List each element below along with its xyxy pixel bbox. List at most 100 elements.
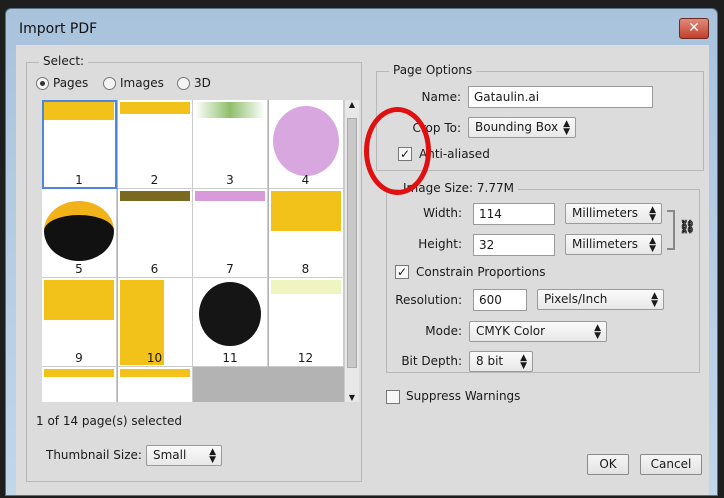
thumbnail-image bbox=[119, 102, 190, 114]
constrain-proportions-checkbox[interactable]: ✓ bbox=[395, 265, 409, 279]
bit-depth-value: 8 bit bbox=[476, 354, 504, 368]
page-thumbnail[interactable]: 2 bbox=[117, 100, 193, 189]
thumbnail-size-value: Small bbox=[153, 448, 187, 462]
page-thumbnail[interactable]: 10 bbox=[117, 278, 193, 367]
mode-label: Mode: bbox=[425, 324, 462, 338]
mode-select[interactable]: CMYK Color ▲ ▼ bbox=[469, 321, 607, 342]
page-number: 12 bbox=[297, 351, 314, 365]
thumbnail-image bbox=[44, 102, 114, 120]
thumbnail-image bbox=[270, 280, 341, 294]
import-pdf-dialog: Import PDF ✕ Select: Pages Images 3D 1 o… bbox=[5, 8, 718, 496]
thumbnail-image bbox=[270, 191, 341, 231]
chain-link-icon: ⛓ bbox=[679, 220, 696, 235]
ok-button[interactable]: OK bbox=[587, 454, 629, 475]
page-thumbnail[interactable]: 9 bbox=[42, 278, 117, 367]
page-thumbnail-grid[interactable]: 1 2 3 4 5 6 7 8 9 10 11 12 bbox=[42, 100, 344, 402]
page-number: 9 bbox=[75, 351, 83, 365]
link-bracket bbox=[667, 210, 675, 250]
page-thumbnail[interactable]: 7 bbox=[193, 189, 268, 278]
crop-to-value: Bounding Box bbox=[475, 120, 559, 134]
page-thumbnail[interactable]: 4 bbox=[268, 100, 344, 189]
updown-icon: ▲ ▼ bbox=[209, 447, 216, 465]
thumbnail-image bbox=[195, 191, 265, 201]
page-number: 7 bbox=[226, 262, 234, 276]
resolution-label: Resolution: bbox=[395, 293, 462, 307]
selection-status: 1 of 14 page(s) selected bbox=[36, 414, 182, 428]
page-number: 11 bbox=[222, 351, 238, 365]
page-number: 10 bbox=[146, 351, 163, 365]
radio-3d[interactable]: 3D bbox=[177, 76, 211, 90]
radio-pages-indicator[interactable] bbox=[36, 77, 49, 90]
close-button[interactable]: ✕ bbox=[679, 18, 709, 39]
updown-icon: ▲ ▼ bbox=[563, 119, 570, 137]
thumbnail-size-label: Thumbnail Size: bbox=[46, 448, 142, 462]
width-field[interactable]: 114 bbox=[473, 203, 555, 225]
page-thumbnail[interactable]: 11 bbox=[193, 278, 268, 367]
thumbnail-image bbox=[199, 282, 261, 346]
image-size-group: Image Size: 7.77M Width: 114 Millimeters… bbox=[386, 181, 700, 373]
page-thumbnail[interactable]: 5 bbox=[42, 189, 117, 278]
page-number: 4 bbox=[301, 173, 310, 187]
mode-value: CMYK Color bbox=[476, 324, 546, 338]
radio-pages-label: Pages bbox=[53, 76, 89, 90]
scrollbar-thumb[interactable] bbox=[347, 118, 357, 368]
page-number: 1 bbox=[75, 173, 83, 187]
dialog-title: Import PDF bbox=[19, 21, 98, 37]
page-thumbnail[interactable] bbox=[117, 367, 193, 402]
page-number: 5 bbox=[75, 262, 83, 276]
page-thumbnail[interactable]: 12 bbox=[268, 278, 344, 367]
page-options-label: Page Options bbox=[389, 63, 477, 77]
updown-icon: ▲ ▼ bbox=[651, 291, 658, 309]
height-unit-select[interactable]: Millimeters ▲ ▼ bbox=[565, 234, 662, 255]
page-thumbnail[interactable]: 3 bbox=[193, 100, 268, 189]
page-thumbnail[interactable]: 6 bbox=[117, 189, 193, 278]
radio-images-label: Images bbox=[120, 76, 164, 90]
suppress-warnings-label: Suppress Warnings bbox=[406, 389, 521, 403]
name-field[interactable]: Gataulin.ai bbox=[468, 86, 653, 108]
red-annotation-circle bbox=[364, 107, 431, 195]
radio-3d-indicator[interactable] bbox=[177, 77, 190, 90]
thumbnail-image bbox=[44, 369, 114, 377]
scroll-down-icon[interactable]: ▼ bbox=[345, 393, 359, 402]
thumbnail-image bbox=[119, 369, 190, 377]
updown-icon: ▲ ▼ bbox=[649, 205, 656, 223]
radio-images-indicator[interactable] bbox=[103, 77, 116, 90]
resolution-field[interactable]: 600 bbox=[473, 289, 527, 311]
thumbnail-image bbox=[119, 191, 190, 201]
select-group-label: Select: bbox=[39, 54, 89, 68]
thumbnail-image bbox=[44, 280, 114, 320]
updown-icon: ▲ ▼ bbox=[520, 353, 527, 371]
crop-to-select[interactable]: Bounding Box ▲ ▼ bbox=[468, 117, 576, 138]
resolution-unit-value: Pixels/Inch bbox=[544, 292, 608, 306]
page-thumbnail[interactable]: 1 bbox=[42, 100, 117, 189]
height-unit-value: Millimeters bbox=[572, 237, 639, 251]
name-label: Name: bbox=[421, 90, 461, 104]
resolution-unit-select[interactable]: Pixels/Inch ▲ ▼ bbox=[537, 289, 664, 310]
scroll-up-icon[interactable]: ▲ bbox=[345, 100, 359, 109]
thumbnail-scrollbar[interactable]: ▲ ▼ bbox=[344, 100, 359, 402]
width-unit-select[interactable]: Millimeters ▲ ▼ bbox=[565, 203, 662, 224]
cancel-button[interactable]: Cancel bbox=[640, 454, 702, 475]
page-number: 3 bbox=[226, 173, 234, 187]
page-number: 8 bbox=[301, 262, 310, 276]
thumbnail-image bbox=[272, 106, 339, 176]
thumbnail-size-select[interactable]: Small ▲ ▼ bbox=[146, 445, 222, 466]
width-unit-value: Millimeters bbox=[572, 206, 639, 220]
radio-3d-label: 3D bbox=[194, 76, 211, 90]
width-label: Width: bbox=[423, 206, 462, 220]
updown-icon: ▲ ▼ bbox=[649, 236, 656, 254]
page-number: 2 bbox=[150, 173, 159, 187]
thumbnail-image bbox=[195, 102, 265, 118]
suppress-warnings-checkbox[interactable] bbox=[386, 390, 400, 404]
thumbnail-image bbox=[44, 201, 114, 261]
page-thumbnail[interactable] bbox=[42, 367, 117, 402]
updown-icon: ▲ ▼ bbox=[594, 323, 601, 341]
page-thumbnail[interactable]: 8 bbox=[268, 189, 344, 278]
constrain-proportions-label: Constrain Proportions bbox=[416, 265, 546, 279]
page-number: 6 bbox=[150, 262, 159, 276]
bit-depth-select[interactable]: 8 bit ▲ ▼ bbox=[469, 351, 533, 372]
height-field[interactable]: 32 bbox=[473, 234, 555, 256]
radio-images[interactable]: Images bbox=[103, 76, 164, 90]
radio-pages[interactable]: Pages bbox=[36, 76, 88, 90]
dialog-body: Select: Pages Images 3D 1 of 14 page(s) … bbox=[16, 45, 709, 495]
